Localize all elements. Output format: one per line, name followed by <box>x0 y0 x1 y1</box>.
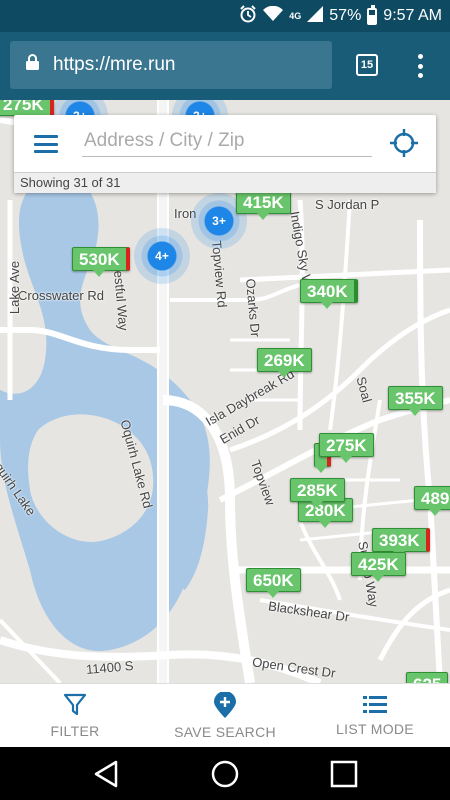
search-input[interactable] <box>82 125 372 157</box>
price-marker[interactable]: 393K <box>372 528 430 558</box>
tab-switcher-button[interactable]: 15 <box>356 54 378 76</box>
lock-icon <box>26 54 39 76</box>
overflow-menu-icon[interactable] <box>410 52 430 80</box>
alarm-icon <box>239 4 257 28</box>
url-text: https://mre.run <box>53 54 176 75</box>
add-location-icon <box>214 691 236 718</box>
menu-icon[interactable] <box>34 135 58 153</box>
street-label: Crosswater Rd <box>18 288 104 303</box>
recents-icon[interactable] <box>329 759 359 789</box>
filter-button[interactable]: FILTER <box>0 684 150 747</box>
results-count: Showing 31 of 31 <box>14 172 436 193</box>
save-search-label: SAVE SEARCH <box>174 723 276 740</box>
price-marker[interactable]: 285K <box>290 478 345 508</box>
save-search-button[interactable]: SAVE SEARCH <box>150 684 300 747</box>
status-bar: 4G 57% 9:57 AM <box>0 0 450 32</box>
wifi-icon <box>263 5 284 27</box>
back-icon[interactable] <box>92 759 122 789</box>
price-marker[interactable]: 275K <box>319 433 374 463</box>
list-mode-button[interactable]: LIST MODE <box>300 684 450 747</box>
bottom-action-bar: FILTER SAVE SEARCH LIST MODE <box>0 683 450 747</box>
price-marker[interactable]: 530K <box>72 247 130 277</box>
search-card: Showing 31 of 31 <box>14 115 436 193</box>
map-cluster-marker[interactable]: 4+ <box>134 228 190 284</box>
street-label: S Jordan P <box>315 197 380 212</box>
system-nav-bar <box>0 747 450 800</box>
url-bar[interactable]: https://mre.run <box>10 41 332 89</box>
browser-toolbar: https://mre.run 15 <box>0 32 450 100</box>
status-bar-right: 4G 57% 9:57 AM <box>239 0 442 32</box>
price-marker[interactable]: 340K <box>300 279 358 309</box>
price-marker[interactable]: 425K <box>351 552 406 582</box>
locate-icon[interactable] <box>390 129 418 157</box>
status-time: 9:57 AM <box>383 7 442 24</box>
street-label: Lake Ave <box>7 260 23 315</box>
price-marker[interactable]: 415K <box>236 190 291 220</box>
filter-label: FILTER <box>50 722 100 739</box>
network-label: 4G <box>289 11 302 21</box>
home-icon[interactable] <box>210 759 240 789</box>
price-marker[interactable]: 489 <box>414 486 450 516</box>
list-mode-label: LIST MODE <box>336 720 414 737</box>
tab-count-label: 15 <box>360 59 374 71</box>
price-marker[interactable]: 625 <box>406 672 449 683</box>
price-marker[interactable]: 275K <box>0 100 54 122</box>
battery-percent: 57% <box>329 7 362 24</box>
price-marker[interactable]: 650K <box>246 568 301 598</box>
list-icon <box>363 695 387 715</box>
price-marker[interactable]: 355K <box>388 386 443 416</box>
battery-icon <box>367 4 378 25</box>
signal-icon <box>307 5 324 27</box>
price-marker[interactable]: 269K <box>257 348 312 378</box>
filter-icon <box>63 693 87 717</box>
